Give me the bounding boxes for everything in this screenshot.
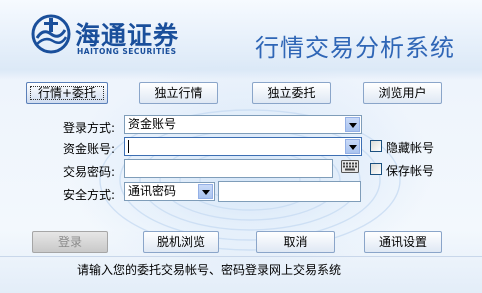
tab-quote-only[interactable]: 独立行情 [139, 82, 218, 104]
save-account-checkbox[interactable] [370, 163, 382, 175]
security-method-value: 通讯密码 [128, 184, 177, 198]
hide-account-checkbox[interactable] [370, 140, 382, 152]
login-button[interactable]: 登录 [32, 231, 108, 253]
save-account-label: 保存帐号 [386, 164, 435, 178]
security-password-input[interactable] [218, 181, 361, 202]
chevron-down-icon[interactable] [345, 117, 360, 132]
tab-quote-and-trade[interactable]: 行情+委托 [26, 82, 108, 104]
comm-settings-button[interactable]: 通讯设置 [364, 231, 442, 253]
security-method-select[interactable]: 通讯密码 [124, 182, 215, 201]
chevron-down-icon[interactable] [345, 139, 360, 154]
offline-browse-button[interactable]: 脱机浏览 [143, 231, 219, 253]
login-type-label: 登录方式: [63, 121, 116, 135]
chevron-down-icon[interactable] [198, 184, 213, 199]
account-label: 资金账号: [63, 142, 116, 156]
focus-rect [30, 86, 104, 100]
offline-browse-label: 脱机浏览 [156, 235, 205, 249]
hide-account-label: 隐藏帐号 [386, 141, 435, 155]
account-input[interactable] [124, 137, 362, 156]
login-type-select[interactable]: 资金账号 [124, 115, 362, 134]
password-input[interactable] [124, 159, 333, 178]
tab-browse-user[interactable]: 浏览用户 [363, 82, 442, 104]
logo-english-text: HAITONG SECURITIES [77, 47, 177, 56]
comm-settings-label: 通讯设置 [378, 235, 427, 249]
status-text: 请输入您的委托交易帐号、密码登录网上交易系统 [77, 263, 342, 277]
tab-label: 独立行情 [154, 86, 203, 100]
app-title: 行情交易分析系统 [255, 34, 455, 62]
login-button-label: 登录 [57, 235, 82, 249]
status-divider [0, 256, 482, 257]
tab-trade-only[interactable]: 独立委托 [252, 82, 331, 104]
login-type-value: 资金账号 [128, 117, 177, 131]
security-label: 安全方式: [63, 188, 116, 202]
text-cursor [128, 140, 129, 153]
haitong-logo-icon [31, 14, 71, 54]
cancel-label: 取消 [283, 235, 308, 249]
cancel-button[interactable]: 取消 [256, 231, 335, 253]
password-label: 交易密码: [63, 165, 116, 179]
keyboard-icon[interactable] [341, 160, 359, 173]
header-banner: 海通证券 HAITONG SECURITIES 行情交易分析系统 [0, 0, 482, 70]
tab-label: 独立委托 [267, 86, 316, 100]
tab-label: 浏览用户 [378, 86, 427, 100]
